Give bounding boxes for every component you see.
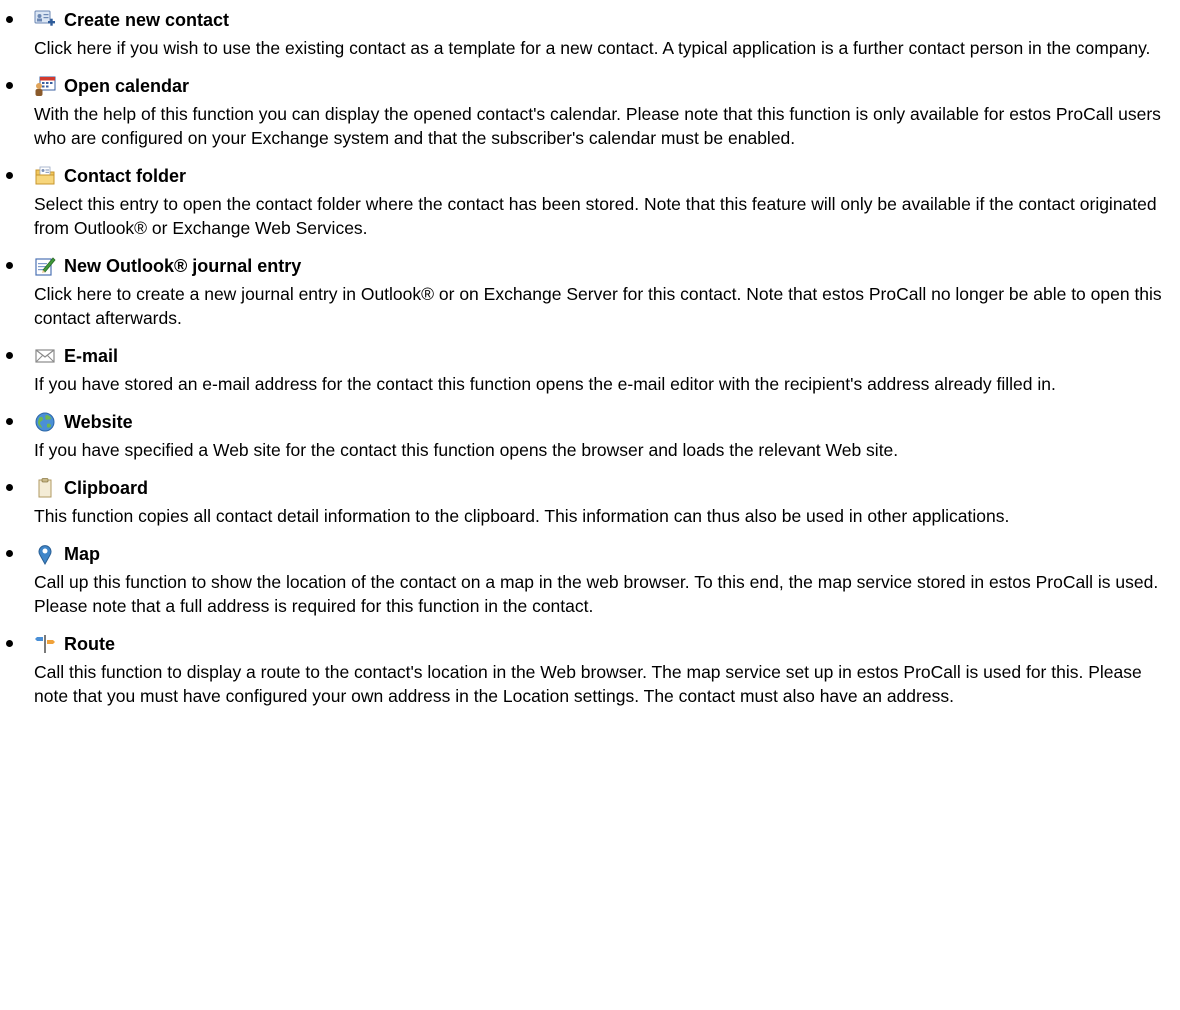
item-heading: Website bbox=[34, 406, 1180, 438]
bullet bbox=[6, 172, 13, 179]
contact-card-plus-icon bbox=[34, 9, 56, 31]
item-title: Website bbox=[64, 411, 133, 432]
item-title: Route bbox=[64, 633, 115, 654]
list-item-clipboard: Clipboard This function copies all conta… bbox=[0, 472, 1180, 538]
item-title: E-mail bbox=[64, 345, 119, 366]
list-item-website: Website If you have specified a Web site… bbox=[0, 406, 1180, 472]
bullet bbox=[6, 16, 13, 23]
item-heading: Map bbox=[34, 538, 1180, 570]
map-pin-icon bbox=[34, 543, 56, 565]
item-description: If you have specified a Web site for the… bbox=[34, 440, 899, 460]
item-heading: Clipboard bbox=[34, 472, 1180, 504]
bullet bbox=[6, 262, 13, 269]
list-item-e-mail: E-mail If you have stored an e-mail addr… bbox=[0, 340, 1180, 406]
list-item-route: Route Call this function to display a ro… bbox=[0, 628, 1180, 718]
item-heading: E-mail bbox=[34, 340, 1180, 372]
contact-folder-icon bbox=[34, 165, 56, 187]
list-item-contact-folder: Contact folder Select this entry to open… bbox=[0, 160, 1180, 250]
item-description: Click here if you wish to use the existi… bbox=[34, 38, 1151, 58]
item-title: Map bbox=[64, 543, 100, 564]
item-heading: New Outlook® journal entry bbox=[34, 250, 1180, 282]
item-description: Call up this function to show the locati… bbox=[34, 572, 1159, 616]
list-item-create-new-contact: Create new contact Click here if you wis… bbox=[0, 4, 1180, 70]
feature-list-document: Create new contact Click here if you wis… bbox=[0, 0, 1180, 718]
item-title: Open calendar bbox=[64, 75, 190, 96]
item-description: With the help of this function you can d… bbox=[34, 104, 1161, 148]
bullet bbox=[6, 352, 13, 359]
feature-list: Create new contact Click here if you wis… bbox=[0, 4, 1180, 718]
item-heading: Contact folder bbox=[34, 160, 1180, 192]
item-heading: Open calendar bbox=[34, 70, 1180, 102]
globe-icon bbox=[34, 411, 56, 433]
envelope-icon bbox=[34, 345, 56, 367]
list-item-map: Map Call up this function to show the lo… bbox=[0, 538, 1180, 628]
bullet bbox=[6, 640, 13, 647]
item-title: New Outlook® journal entry bbox=[64, 255, 302, 276]
item-description: This function copies all contact detail … bbox=[34, 506, 1010, 526]
item-description: If you have stored an e-mail address for… bbox=[34, 374, 1056, 394]
item-title: Contact folder bbox=[64, 165, 187, 186]
calendar-icon bbox=[34, 75, 56, 97]
list-item-new-journal-entry: New Outlook® journal entry Click here to… bbox=[0, 250, 1180, 340]
item-title: Clipboard bbox=[64, 477, 148, 498]
clipboard-icon bbox=[34, 477, 56, 499]
bullet bbox=[6, 418, 13, 425]
list-item-open-calendar: Open calendar With the help of this func… bbox=[0, 70, 1180, 160]
bullet bbox=[6, 484, 13, 491]
item-description: Select this entry to open the contact fo… bbox=[34, 194, 1157, 238]
item-heading: Route bbox=[34, 628, 1180, 660]
bullet bbox=[6, 82, 13, 89]
route-signpost-icon bbox=[34, 633, 56, 655]
item-heading: Create new contact bbox=[34, 4, 1180, 36]
journal-pencil-icon bbox=[34, 255, 56, 277]
item-description: Click here to create a new journal entry… bbox=[34, 284, 1162, 328]
bullet bbox=[6, 550, 13, 557]
item-title: Create new contact bbox=[64, 9, 230, 30]
item-description: Call this function to display a route to… bbox=[34, 662, 1142, 706]
